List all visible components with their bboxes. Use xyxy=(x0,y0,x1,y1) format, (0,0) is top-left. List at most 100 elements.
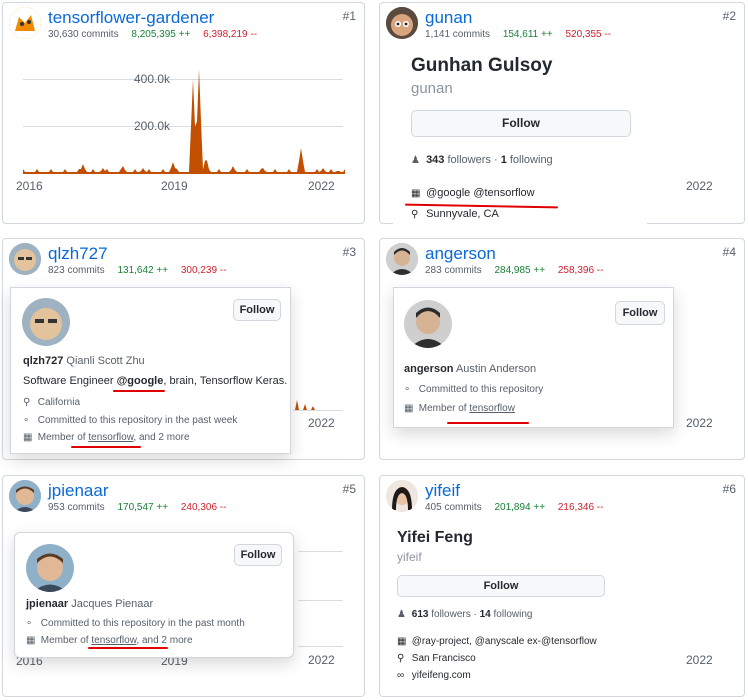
location-icon: ⚲ xyxy=(411,209,419,220)
hovercard-avatar[interactable] xyxy=(404,300,452,348)
username-link[interactable]: qlzh727 xyxy=(48,244,108,264)
followers-row: ♟ 343 followers · 1 following xyxy=(411,154,553,166)
commit-stats: 823 commits 131,642 ++ 300,239 -- xyxy=(48,265,226,276)
username-link[interactable]: tensorflower-gardener xyxy=(48,8,214,28)
followers-row: ♟ 613 followers · 14 following xyxy=(397,609,532,620)
following-label[interactable]: following xyxy=(494,609,533,620)
organization-text[interactable]: @google @tensorflow xyxy=(426,187,535,199)
gridline xyxy=(298,646,343,647)
commit-count: 30,630 commits xyxy=(48,29,119,40)
x-tick-label: 2019 xyxy=(161,179,188,193)
following-count[interactable]: 14 xyxy=(480,609,491,620)
annotation-underline xyxy=(113,390,165,392)
additions-count: 8,205,395 ++ xyxy=(131,29,191,40)
rank-label: #1 xyxy=(342,9,356,23)
login[interactable]: qlzh727 xyxy=(23,355,63,367)
member-text: Member of xyxy=(37,432,89,443)
login[interactable]: jpienaar xyxy=(26,598,68,610)
full-name: Gunhan Gulsoy xyxy=(411,55,553,76)
member-org-link[interactable]: tensorflow xyxy=(469,403,515,414)
deletions-count: 216,346 -- xyxy=(557,502,604,513)
location-text: San Francisco xyxy=(411,653,476,664)
commit-icon: ∘ xyxy=(26,618,33,629)
username-link[interactable]: gunan xyxy=(425,8,472,28)
avatar[interactable] xyxy=(9,7,41,39)
username-link[interactable]: jpienaar xyxy=(48,481,109,501)
following-count[interactable]: 1 xyxy=(501,154,507,166)
follow-button[interactable]: Follow xyxy=(615,301,665,325)
username-link[interactable]: yifeif xyxy=(425,481,460,501)
full-name: Jacques Pienaar xyxy=(71,598,154,610)
location-row: ⚲ Sunnyvale, CA xyxy=(411,208,499,220)
location-icon: ⚲ xyxy=(23,397,31,408)
follow-button[interactable]: Follow xyxy=(234,544,282,566)
avatar[interactable] xyxy=(9,243,41,275)
user-hovercard-angerson: Follow angerson Austin Anderson ∘ Commit… xyxy=(393,287,674,428)
full-name: Qianli Scott Zhu xyxy=(66,355,145,367)
follow-button[interactable]: Follow xyxy=(397,575,605,597)
link-icon: ∞ xyxy=(397,670,405,681)
hovercard-avatar[interactable] xyxy=(22,298,70,346)
avatar[interactable] xyxy=(9,480,41,512)
username-link[interactable]: angerson xyxy=(425,244,496,264)
followers-label[interactable]: followers xyxy=(447,154,490,166)
x-tick-label: 2016 xyxy=(16,179,43,193)
commit-stats: 953 commits 170,547 ++ 240,306 -- xyxy=(48,502,226,513)
name-row: qlzh727 Qianli Scott Zhu xyxy=(23,355,145,367)
login: yifeif xyxy=(397,550,422,564)
bio-org-link[interactable]: @google xyxy=(117,375,164,387)
bio-text: Software Engineer xyxy=(23,375,117,387)
followers-count[interactable]: 613 xyxy=(412,609,429,620)
name-row: jpienaar Jacques Pienaar xyxy=(26,598,153,610)
commit-count: 823 commits xyxy=(48,265,105,276)
organization-icon: ▦ xyxy=(404,403,414,414)
member-org-link[interactable]: tensorflow xyxy=(91,635,136,646)
gridline xyxy=(298,600,343,601)
committed-row: ∘ Committed to this repository in the pa… xyxy=(26,618,245,629)
location-text: California xyxy=(37,397,81,408)
commit-count: 1,141 commits xyxy=(425,29,491,40)
committed-text: Committed to this repository in the past… xyxy=(40,618,245,629)
commit-stats: 405 commits 201,894 ++ 216,346 -- xyxy=(425,502,603,513)
commit-stats: 283 commits 284,985 ++ 258,396 -- xyxy=(425,265,603,276)
committed-row: ∘ Committed to this repository xyxy=(404,384,543,395)
follow-button[interactable]: Follow xyxy=(233,299,281,321)
commit-activity-chart xyxy=(23,69,345,174)
member-row: ▦ Member of tensorflow, and 2 more xyxy=(26,635,193,646)
member-more[interactable]: , and 2 more xyxy=(133,432,189,443)
deletions-count: 240,306 -- xyxy=(180,502,227,513)
organization-icon: ▦ xyxy=(397,636,407,647)
member-more[interactable]: , and 2 more xyxy=(136,635,192,646)
organization-icon: ▦ xyxy=(23,432,33,443)
member-org-link[interactable]: tensorflow xyxy=(88,432,133,443)
hovercard-avatar[interactable] xyxy=(26,544,74,592)
annotation-underline xyxy=(88,647,168,649)
full-name: Austin Anderson xyxy=(455,363,537,375)
avatar[interactable] xyxy=(386,243,418,275)
follow-button[interactable]: Follow xyxy=(411,110,631,137)
organization-row: ▦ @google @tensorflow xyxy=(411,187,535,199)
followers-label[interactable]: followers xyxy=(431,609,470,620)
full-name: Yifei Feng xyxy=(397,529,473,546)
name-row: angerson Austin Anderson xyxy=(404,363,536,375)
following-label[interactable]: following xyxy=(510,154,553,166)
website-link[interactable]: yifeifeng.com xyxy=(412,670,471,681)
additions-count: 154,611 ++ xyxy=(502,29,553,40)
rank-label: #4 xyxy=(722,245,736,259)
login[interactable]: angerson xyxy=(404,363,454,375)
rank-label: #3 xyxy=(342,245,356,259)
user-hovercard-jpienaar: Follow jpienaar Jacques Pienaar ∘ Commit… xyxy=(14,532,294,658)
member-row: ▦ Member of tensorflow, and 2 more xyxy=(23,432,190,443)
x-tick-label: 2022 xyxy=(686,179,713,193)
contributor-card-1: tensorflower-gardener 30,630 commits 8,2… xyxy=(2,2,365,224)
followers-count[interactable]: 343 xyxy=(426,154,444,166)
additions-count: 170,547 ++ xyxy=(117,502,169,513)
avatar[interactable] xyxy=(386,480,418,512)
organization-text[interactable]: @ray-project, @anyscale ex-@tensorflow xyxy=(412,636,597,647)
deletions-count: 520,355 -- xyxy=(565,29,612,40)
commit-count: 405 commits xyxy=(425,502,482,513)
x-tick-label: 2022 xyxy=(686,416,713,430)
x-tick-label: 2022 xyxy=(308,416,335,430)
x-tick-label: 2022 xyxy=(686,653,713,667)
avatar[interactable] xyxy=(386,7,418,39)
